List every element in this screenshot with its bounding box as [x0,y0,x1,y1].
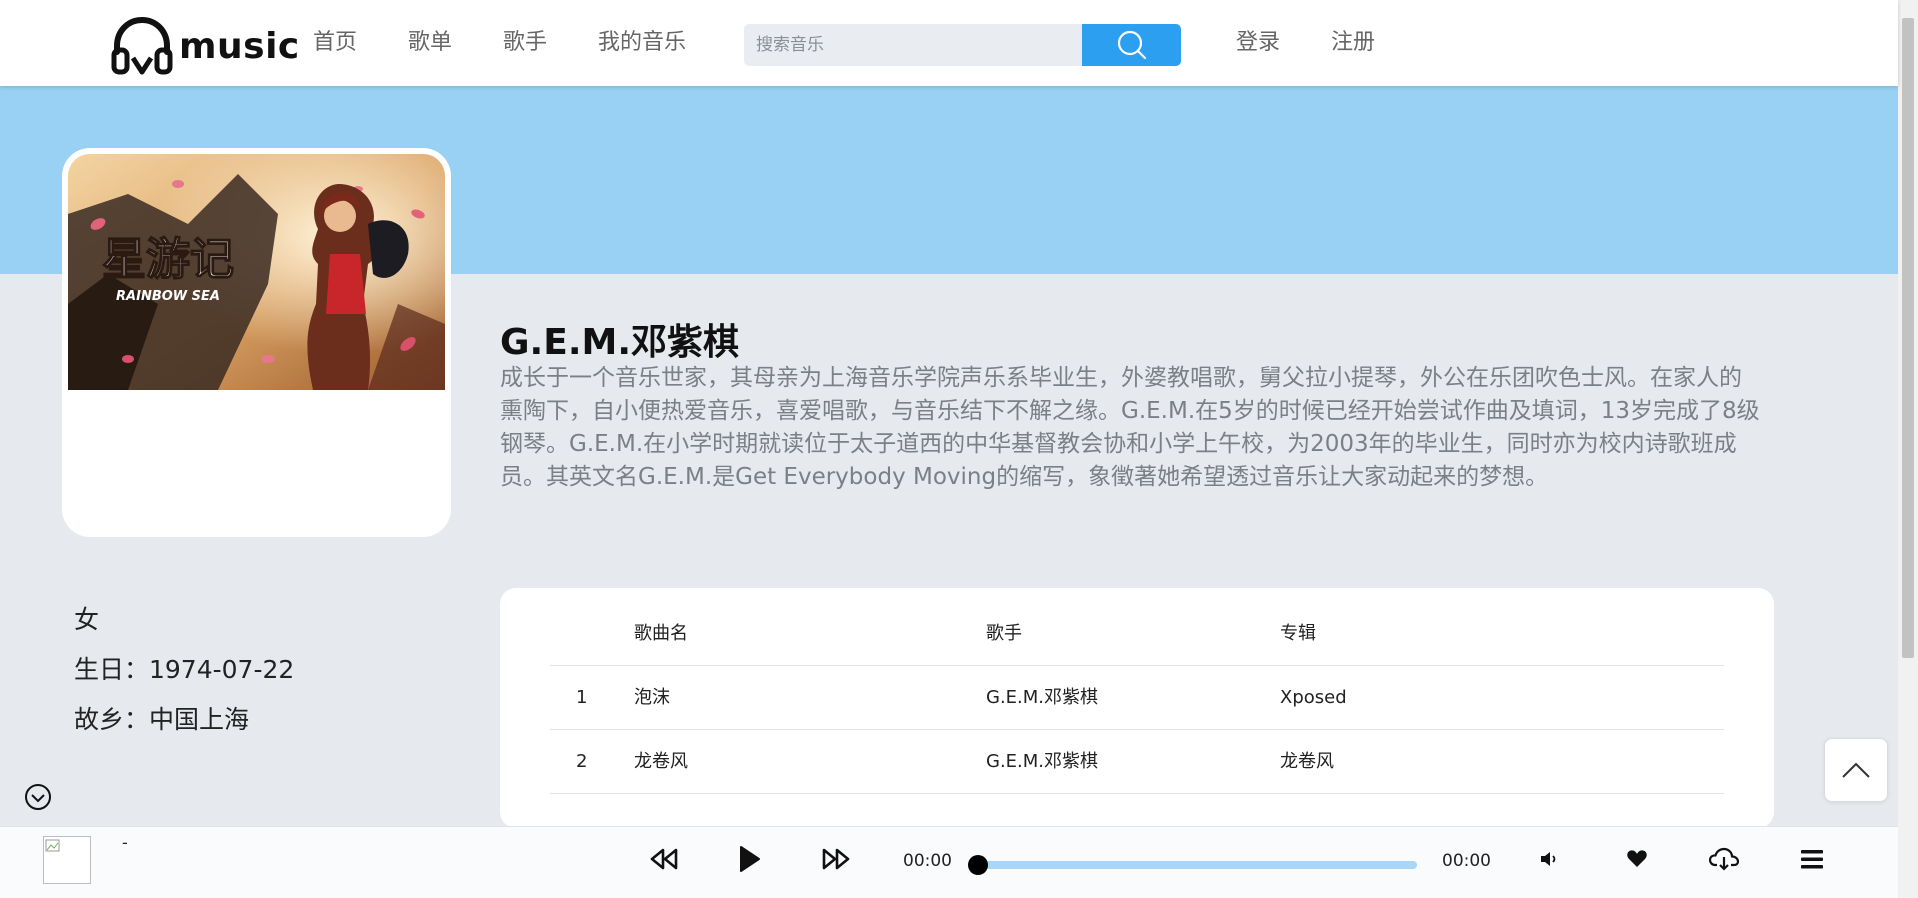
volume-icon [1541,852,1556,866]
search-icon [1117,30,1146,60]
skip-forward-icon [822,848,850,870]
headphones-logo-icon [111,16,173,75]
next-button[interactable] [816,841,856,877]
column-header-name: 歌曲名 [634,623,688,644]
login-link[interactable]: 登录 [1236,26,1280,60]
current-time: 00:00 [903,851,952,871]
artist-intro: 成长于一个音乐世家，其母亲为上海音乐学院声乐系毕业生，外婆教唱歌，舅父拉小提琴，… [500,365,1760,490]
heart-icon [1627,850,1647,867]
song-name[interactable]: 龙卷风 [634,730,688,794]
artist-avatar-card: 星游记 RAINBOW SEA [62,148,451,537]
song-index: 2 [576,751,588,772]
search-box [744,24,1082,66]
now-playing-title: - [122,833,128,852]
song-singer[interactable]: G.E.M.邓紫棋 [986,730,1098,794]
artist-info: 女 生日：1974-07-22 故乡：中国上海 [74,600,294,750]
song-singer[interactable]: G.E.M.邓紫棋 [986,666,1098,730]
download-button[interactable] [1706,841,1742,877]
nav-playlists[interactable]: 歌单 [408,26,452,60]
broken-image-icon [45,839,60,852]
back-to-top-button[interactable] [1824,738,1888,802]
volume-button[interactable] [1536,841,1564,877]
chevron-up-icon [1842,762,1870,778]
total-time: 00:00 [1442,851,1491,871]
cover-title-text: 星游记 [102,234,234,285]
artist-name: G.E.M.邓紫棋 [500,322,739,363]
song-row[interactable]: 2 龙卷风 G.E.M.邓紫棋 龙卷风 [550,730,1724,794]
top-navbar: music 首页 歌单 歌手 我的音乐 登录 注册 [0,0,1898,86]
chevron-down-circle-icon [25,784,51,810]
song-row[interactable]: 1 泡沫 G.E.M.邓紫棋 Xposed [550,666,1724,730]
play-icon [740,846,760,872]
download-cloud-icon [1709,847,1739,871]
search-button[interactable] [1082,24,1181,66]
artist-cover-image: 星游记 RAINBOW SEA [68,154,445,390]
artist-hometown: 故乡：中国上海 [74,705,250,734]
nav-my-music[interactable]: 我的音乐 [598,26,686,60]
scrollbar-thumb[interactable] [1902,18,1914,658]
progress-bar[interactable] [969,861,1417,869]
cover-subtitle-text: RAINBOW SEA [116,289,220,304]
page-scrollbar[interactable] [1898,0,1918,898]
search-input[interactable] [744,24,1082,66]
site-logo[interactable]: music [111,16,300,76]
progress-knob[interactable] [968,855,988,875]
song-album[interactable]: 龙卷风 [1280,730,1334,794]
like-button[interactable] [1622,841,1652,877]
song-album[interactable]: Xposed [1280,666,1347,730]
song-list-header: 歌曲名 歌手 专辑 [550,602,1724,666]
song-index: 1 [576,687,588,708]
song-list: 歌曲名 歌手 专辑 1 泡沫 G.E.M.邓紫棋 Xposed 2 龙卷风 G.… [500,588,1774,828]
song-name[interactable]: 泡沫 [634,666,670,730]
now-playing-thumbnail [43,836,91,884]
register-link[interactable]: 注册 [1331,26,1375,60]
column-header-singer: 歌手 [986,623,1022,644]
playlist-menu-button[interactable] [1796,841,1828,877]
play-button[interactable] [730,841,770,877]
nav-home[interactable]: 首页 [313,26,357,60]
nav-singers[interactable]: 歌手 [503,26,547,60]
menu-icon [1801,850,1823,869]
logo-text: music [179,25,300,67]
artist-gender: 女 [74,605,100,634]
audio-player: - 00:00 00:00 [0,826,1898,898]
collapse-player-button[interactable] [24,783,52,811]
artist-birthday: 生日：1974-07-22 [74,655,295,684]
column-header-album: 专辑 [1280,623,1316,644]
skip-back-icon [650,848,678,870]
previous-button[interactable] [644,841,684,877]
